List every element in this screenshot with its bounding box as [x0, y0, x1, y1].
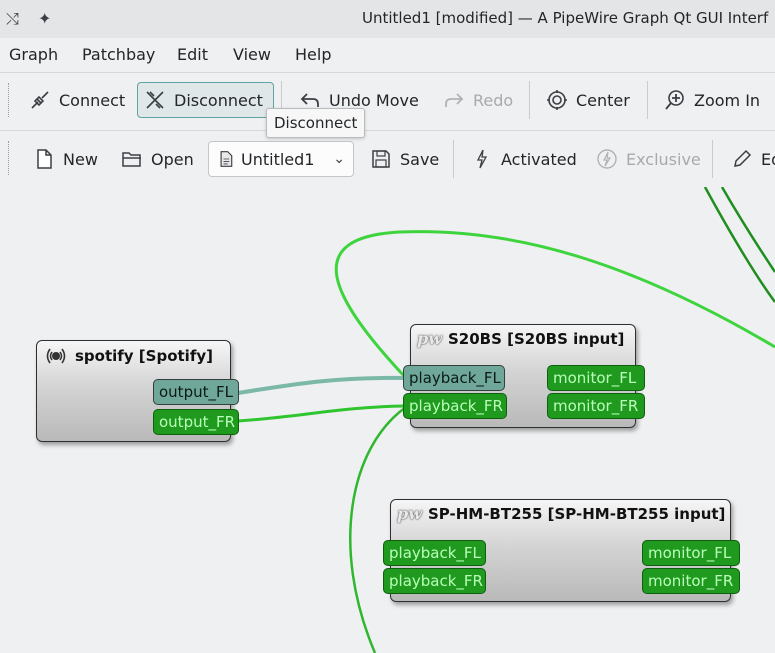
toolbar-handle[interactable]	[8, 83, 12, 117]
toolbar-separator	[529, 81, 530, 119]
menu-help[interactable]: Help	[295, 45, 331, 64]
port-playback-fr[interactable]: playback_FR	[383, 568, 486, 594]
speaker-icon	[46, 348, 66, 364]
node-spotify[interactable]: spotify [Spotify] output_FL output_FR	[36, 340, 239, 442]
chevron-down-icon: ⌄	[333, 151, 345, 167]
open-folder-icon	[122, 152, 141, 167]
port-monitor-fr[interactable]: monitor_FR	[547, 393, 645, 419]
redo-button[interactable]: Redo	[436, 82, 520, 118]
port-monitor-fr[interactable]: monitor_FR	[642, 568, 740, 594]
port-monitor-fl[interactable]: monitor_FL	[642, 540, 740, 566]
zoom-in-icon	[665, 90, 684, 110]
open-button[interactable]: Open	[114, 141, 201, 177]
center-button[interactable]: Center	[539, 82, 637, 118]
disconnect-tooltip: Disconnect	[266, 108, 366, 138]
save-button[interactable]: Save	[363, 141, 446, 177]
app-icon[interactable]: ⤭	[6, 9, 19, 29]
menu-patchbay[interactable]: Patchbay	[82, 45, 155, 64]
node-title: spotify [Spotify]	[43, 345, 213, 367]
graph-toolbar: Connect Disconnect Undo Move Redo Center…	[0, 72, 775, 127]
node-sp-hm-bt255[interactable]: pw SP-HM-BT255 [SP-HM-BT255 input] playb…	[383, 499, 740, 602]
document-icon	[220, 151, 233, 167]
port-playback-fr[interactable]: playback_FR	[403, 393, 507, 419]
graph-canvas[interactable]: spotify [Spotify] output_FL output_FR pw…	[0, 187, 775, 653]
edit-icon	[734, 149, 752, 167]
save-icon	[372, 150, 390, 168]
window-title: Untitled1 [modified] — A PipeWire Graph …	[362, 9, 769, 27]
disconnect-button[interactable]: Disconnect	[137, 82, 274, 118]
menu-bar: Graph Patchbay Edit View Help	[0, 38, 775, 72]
patchbay-toolbar: New Open Untitled1 ⌄ Save Activated Excl…	[0, 130, 775, 188]
node-title: pw S20BS [S20BS input]	[417, 329, 625, 348]
wire-output-fl-playback-fl	[237, 375, 405, 395]
connect-button[interactable]: Connect	[22, 82, 132, 118]
toolbar-separator	[647, 81, 648, 119]
pin-icon[interactable]: ✦	[38, 9, 51, 28]
pipewire-icon: pw	[397, 504, 422, 523]
new-button[interactable]: New	[26, 141, 105, 177]
port-monitor-fl[interactable]: monitor_FL	[547, 365, 645, 391]
zoom-in-button[interactable]: Zoom In	[657, 82, 767, 118]
node-title: pw SP-HM-BT255 [SP-HM-BT255 input]	[397, 504, 726, 523]
node-s20bs[interactable]: pw S20BS [S20BS input] playback_FL playb…	[403, 324, 645, 428]
toolbar-separator	[712, 140, 713, 178]
activated-icon	[476, 149, 488, 169]
toolbar-handle[interactable]	[8, 141, 12, 175]
wire-output-fr-playback-fr	[237, 404, 405, 423]
toolbar-separator	[453, 140, 454, 178]
connect-icon	[31, 91, 49, 109]
title-bar: ⤭ ✦ Untitled1 [modified] — A PipeWire Gr…	[0, 0, 775, 38]
exclusive-toggle[interactable]: Exclusive	[589, 141, 708, 177]
center-icon	[547, 90, 567, 110]
patchbay-select[interactable]: Untitled1 ⌄	[208, 141, 354, 177]
disconnect-icon	[146, 91, 164, 109]
edit-button[interactable]: Ed	[724, 141, 775, 177]
menu-edit[interactable]: Edit	[177, 45, 208, 64]
menu-view[interactable]: View	[233, 45, 271, 64]
pipewire-icon: pw	[417, 329, 442, 348]
port-playback-fl[interactable]: playback_FL	[403, 365, 505, 391]
port-output-fr[interactable]: output_FR	[153, 409, 239, 435]
exclusive-icon	[597, 149, 617, 169]
new-file-icon	[37, 149, 52, 169]
wire-background	[703, 187, 775, 303]
activated-toggle[interactable]: Activated	[464, 141, 584, 177]
port-output-fl[interactable]: output_FL	[153, 379, 239, 405]
port-playback-fl[interactable]: playback_FL	[383, 540, 486, 566]
redo-icon	[445, 93, 464, 107]
menu-graph[interactable]: Graph	[9, 45, 58, 64]
